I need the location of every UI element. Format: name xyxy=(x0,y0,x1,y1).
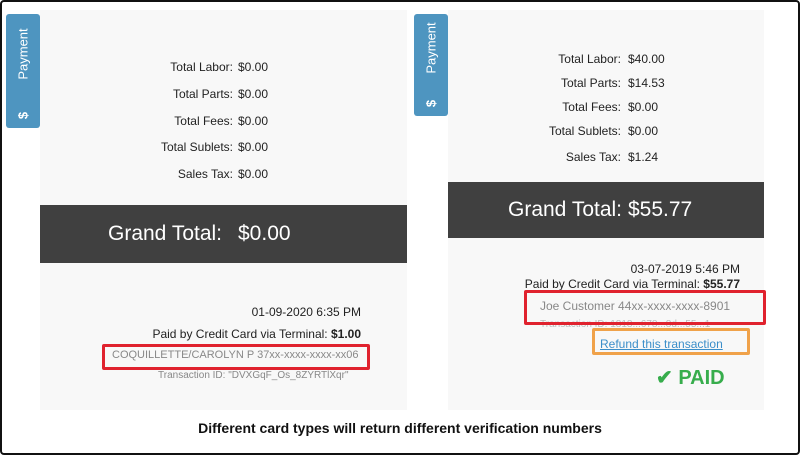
row-label: Sales Tax: xyxy=(565,150,621,164)
payment-tab-right[interactable]: Payment $ xyxy=(414,14,448,116)
row-value: $0.00 xyxy=(238,114,269,128)
summary-row-total-fees: Total Fees: $0.00 xyxy=(40,114,407,130)
summary-row-total-fees: Total Fees: $0.00 xyxy=(448,100,764,116)
payment-method: Paid by Credit Card via Terminal: $55.77 xyxy=(525,277,740,291)
row-value: $0.00 xyxy=(238,167,269,181)
row-label: Total Sublets: xyxy=(160,140,233,154)
paid-amount: $55.77 xyxy=(703,277,740,291)
grand-total-bar: Grand Total: $55.77 xyxy=(448,182,764,238)
row-value: $0.00 xyxy=(628,124,659,138)
summary-row-total-sublets: Total Sublets: $0.00 xyxy=(40,140,407,156)
row-label: Total Parts: xyxy=(560,76,621,90)
card-highlight-box-right xyxy=(524,290,766,325)
row-value: $0.00 xyxy=(238,60,269,74)
paid-label: PAID xyxy=(678,367,725,389)
checkmark-icon: ✔ xyxy=(656,367,673,389)
refund-highlight-box xyxy=(592,328,750,355)
row-value: $14.53 xyxy=(628,76,665,90)
payment-tab-label: Payment xyxy=(15,28,31,80)
payment-datetime: 01-09-2020 6:35 PM xyxy=(251,305,361,319)
summary-row-sales-tax: Sales Tax: $0.00 xyxy=(40,167,407,183)
paid-by-label: Paid by Credit Card via Terminal: xyxy=(524,277,700,291)
summary-row-total-parts: Total Parts: $14.53 xyxy=(448,76,764,92)
row-label: Total Fees: xyxy=(562,100,621,114)
dollar-icon: $ xyxy=(423,99,439,108)
transaction-id: Transaction ID: "DVXGqF_Os_8ZYRTlXqr" xyxy=(158,370,349,381)
row-value: $0.00 xyxy=(238,140,269,154)
payment-method: Paid by Credit Card via Terminal: $1.00 xyxy=(152,327,361,341)
summary-row-total-parts: Total Parts: $0.00 xyxy=(40,87,407,103)
row-label: Total Parts: xyxy=(172,87,233,101)
payment-datetime: 03-07-2019 5:46 PM xyxy=(630,262,740,276)
row-label: Sales Tax: xyxy=(177,167,233,181)
caption-text: Different card types will return differe… xyxy=(198,420,602,436)
grand-total-value: $0.00 xyxy=(238,222,291,245)
row-value: $0.00 xyxy=(628,100,659,114)
row-value: $1.24 xyxy=(628,150,659,164)
row-label: Total Labor: xyxy=(170,60,233,74)
row-label: Total Fees: xyxy=(174,114,233,128)
grand-total-label: Grand Total: xyxy=(108,222,223,245)
card-highlight-box-left xyxy=(102,344,370,370)
row-value: $40.00 xyxy=(628,52,665,66)
dollar-icon: $ xyxy=(15,111,31,120)
row-label: Total Sublets: xyxy=(548,124,621,138)
grand-total-value: $55.77 xyxy=(628,198,693,221)
payment-tab-label: Payment xyxy=(423,22,439,74)
paid-status: ✔ PAID xyxy=(656,365,725,390)
grand-total-bar: Grand Total: $0.00 xyxy=(40,205,407,263)
paid-amount: $1.00 xyxy=(330,327,361,341)
paid-by-label: Paid by Credit Card via Terminal: xyxy=(152,327,328,341)
summary-row-total-sublets: Total Sublets: $0.00 xyxy=(448,124,764,140)
summary-row-sales-tax: Sales Tax: $1.24 xyxy=(448,150,764,166)
row-label: Total Labor: xyxy=(558,52,621,66)
row-value: $0.00 xyxy=(238,87,269,101)
summary-row-total-labor: Total Labor: $40.00 xyxy=(448,52,764,68)
summary-row-total-labor: Total Labor: $0.00 xyxy=(40,60,407,76)
payment-tab-left[interactable]: Payment $ xyxy=(6,14,40,128)
grand-total-label: Grand Total: xyxy=(508,198,623,221)
